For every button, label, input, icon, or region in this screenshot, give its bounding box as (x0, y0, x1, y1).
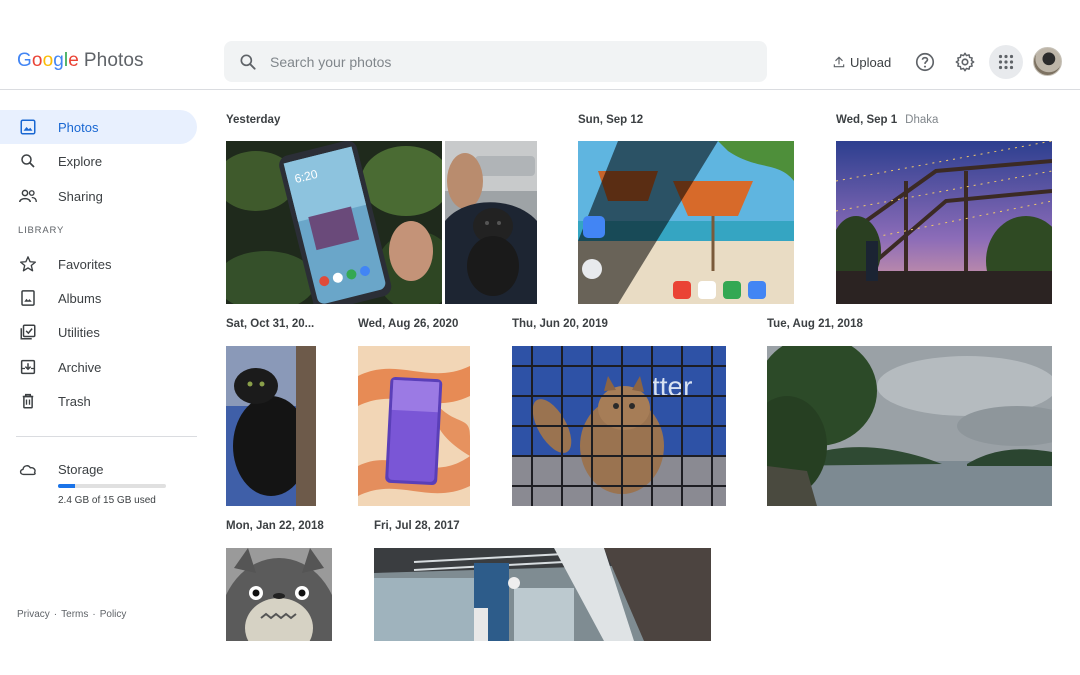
settings-icon (955, 52, 975, 72)
footer-separator: · (53, 609, 58, 620)
help-button[interactable] (909, 46, 941, 78)
trash-icon (18, 391, 38, 411)
star-icon (18, 254, 38, 274)
sidebar-item-sharing[interactable]: Sharing (0, 179, 197, 213)
upload-label: Upload (850, 54, 892, 70)
sidebar-item-favorites[interactable]: Favorites (0, 247, 197, 281)
storage-label: Storage (58, 461, 104, 477)
library-section-label: LIBRARY (18, 225, 65, 236)
sidebar-item-label: Archive (58, 359, 102, 375)
date-header: Tue, Aug 21, 2018 (767, 318, 863, 330)
help-icon (915, 52, 935, 72)
google-photos-logo[interactable]: Google Photos (17, 50, 144, 72)
sidebar-item-photos[interactable]: Photos (0, 110, 197, 144)
sidebar-item-label: Utilities (58, 324, 100, 340)
upload-button[interactable]: Upload (832, 52, 891, 72)
photo-thumbnail[interactable]: 6:20 (226, 141, 442, 304)
photo-icon (18, 117, 38, 137)
sidebar-footer: Privacy · Terms · Policy (17, 609, 126, 620)
sidebar-item-label: Photos (58, 119, 99, 135)
storage-usage-text: 2.4 GB of 15 GB used (58, 495, 156, 506)
date-header: Wed, Sep 1 Dhaka (836, 114, 938, 126)
sidebar-item-trash[interactable]: Trash (0, 384, 197, 418)
search-icon (18, 151, 38, 171)
search-icon[interactable] (238, 52, 258, 72)
date-header: Yesterday (226, 114, 281, 126)
photo-thumbnail[interactable]: tter (512, 346, 726, 506)
sidebar-item-label: Trash (58, 393, 91, 409)
date-header-text: Wed, Sep 1 (836, 114, 898, 126)
people-icon (18, 186, 38, 206)
sidebar-item-storage[interactable]: Storage (0, 452, 197, 486)
svg-text:tter: tter (652, 371, 692, 402)
utilities-icon (18, 322, 38, 342)
sidebar-item-label: Favorites (58, 256, 112, 272)
album-icon (18, 288, 38, 308)
sidebar-item-label: Albums (58, 290, 102, 306)
account-avatar[interactable] (1033, 47, 1062, 76)
logo-product-name: Photos (83, 50, 144, 71)
photo-thumbnail[interactable] (358, 346, 470, 506)
photo-thumbnail[interactable] (767, 346, 1052, 506)
sidebar-item-label: Sharing (58, 188, 103, 204)
policy-link[interactable]: Policy (100, 609, 127, 620)
archive-icon (18, 357, 38, 377)
apps-button[interactable] (989, 45, 1023, 79)
photo-thumbnail[interactable] (578, 141, 794, 304)
sidebar-divider (16, 436, 197, 437)
photo-thumbnail[interactable] (374, 548, 711, 641)
search-input[interactable] (270, 41, 750, 82)
photo-thumbnail[interactable] (836, 141, 1052, 304)
settings-button[interactable] (949, 46, 981, 78)
date-header: Sat, Oct 31, 20... (226, 318, 315, 330)
sidebar-item-archive[interactable]: Archive (0, 350, 197, 384)
date-header: Thu, Jun 20, 2019 (512, 318, 608, 330)
upload-icon (833, 56, 845, 68)
sidebar-item-explore[interactable]: Explore (0, 144, 197, 178)
date-header: Sun, Sep 12 (578, 114, 644, 126)
cloud-icon (18, 459, 38, 479)
apps-grid-icon (998, 54, 1014, 70)
location-label[interactable]: Dhaka (905, 114, 938, 126)
footer-separator: · (92, 609, 96, 620)
photo-thumbnail[interactable] (226, 346, 316, 506)
date-header: Mon, Jan 22, 2018 (226, 520, 324, 532)
sidebar-item-utilities[interactable]: Utilities (0, 315, 197, 349)
sidebar-item-label: Explore (58, 153, 103, 169)
privacy-link[interactable]: Privacy (17, 609, 50, 620)
terms-link[interactable]: Terms (61, 609, 88, 620)
date-header: Wed, Aug 26, 2020 (358, 318, 459, 330)
storage-progress-bar (58, 484, 166, 488)
sidebar-item-albums[interactable]: Albums (0, 281, 197, 315)
photo-thumbnail[interactable] (226, 548, 332, 641)
photo-thumbnail[interactable] (445, 141, 537, 304)
top-bar: GooglePhotos Upload (0, 0, 1080, 90)
date-header: Fri, Jul 28, 2017 (374, 520, 460, 532)
storage-progress-fill (58, 484, 76, 488)
search-bar[interactable] (224, 41, 767, 82)
